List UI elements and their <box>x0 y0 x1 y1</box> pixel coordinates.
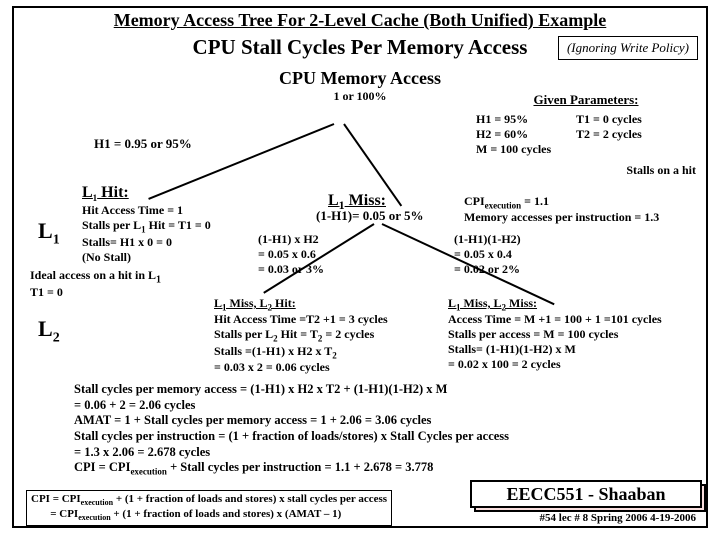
ideal-access-note: Ideal access on a hit in L1 T1 = 0 <box>30 268 170 300</box>
l2-level-label: L2 <box>38 316 60 346</box>
page-title: Memory Access Tree For 2-Level Cache (Bo… <box>14 10 706 31</box>
summary-cpi-line: CPI = CPIexecution + Stall cycles per in… <box>74 460 694 478</box>
l1-hit-line: Stalls per L1 Hit = T1 = 0 <box>82 218 252 234</box>
l2-hit-line: Stalls per L2 Hit = T2 = 2 cycles <box>214 327 388 343</box>
stalls-on-hit-label: Stalls on a hit <box>476 163 696 178</box>
l1-miss-probability: (1-H1)= 0.05 or 5% <box>316 208 424 224</box>
page-frame: Memory Access Tree For 2-Level Cache (Bo… <box>12 6 708 528</box>
course-badge-text: EECC551 - Shaaban <box>470 480 702 508</box>
cpi-formula-box: CPI = CPIexecution + (1 + fraction of lo… <box>26 490 392 526</box>
mem-per-instr: Memory accesses per instruction = 1.3 <box>464 210 659 224</box>
param-h1: H1 = 95% <box>476 112 576 127</box>
param-t2: T2 = 2 cycles <box>576 127 676 142</box>
lecture-info: #54 lec # 8 Spring 2006 4-19-2006 <box>540 512 696 524</box>
l1-hit-line: Hit Access Time = 1 <box>82 203 252 218</box>
l1-hit-line: (No Stall) <box>82 250 252 265</box>
l2-hit-heading: L1 Miss, L2 Hit: <box>214 296 388 312</box>
l1-level-label: L1 <box>38 218 60 248</box>
param-t1: T1 = 0 cycles <box>576 112 676 127</box>
l2-hit-block: L1 Miss, L2 Hit: Hit Access Time =T2 +1 … <box>214 296 388 375</box>
param-m: M = 100 cycles <box>476 142 696 157</box>
given-parameters-box: Given Parameters: H1 = 95%T1 = 0 cycles … <box>476 92 696 178</box>
summary-equations: Stall cycles per memory access = (1-H1) … <box>74 382 694 478</box>
given-parameters-title: Given Parameters: <box>476 92 696 108</box>
l2-miss-prob-calc: (1-H1)(1-H2) = 0.05 x 0.4 = 0.02 or 2% <box>454 232 521 277</box>
cpi-execution-params: CPIexecution = 1.1 Memory accesses per i… <box>464 194 659 225</box>
param-h2: H2 = 60% <box>476 127 576 142</box>
h1-probability-label: H1 = 0.95 or 95% <box>94 136 192 152</box>
l2-hit-line: Stalls =(1-H1) x H2 x T2 <box>214 344 388 360</box>
l2-hit-prob-calc: (1-H1) x H2 = 0.05 x 0.6 = 0.03 or 3% <box>258 232 324 277</box>
l1-hit-line: Stalls= H1 x 0 = 0 <box>82 235 252 250</box>
ignore-policy-note: (Ignoring Write Policy) <box>558 36 698 60</box>
l2-miss-block: L1 Miss, L2 Miss: Access Time = M +1 = 1… <box>448 296 662 372</box>
l1-hit-heading: L1 Hit: <box>82 184 252 203</box>
cpu-memory-access-heading: CPU Memory Access <box>14 68 706 89</box>
l1-hit-block: L1 Hit: Hit Access Time = 1 Stalls per L… <box>82 184 252 265</box>
l2-miss-heading: L1 Miss, L2 Miss: <box>448 296 662 312</box>
course-badge: EECC551 - Shaaban <box>470 480 702 508</box>
